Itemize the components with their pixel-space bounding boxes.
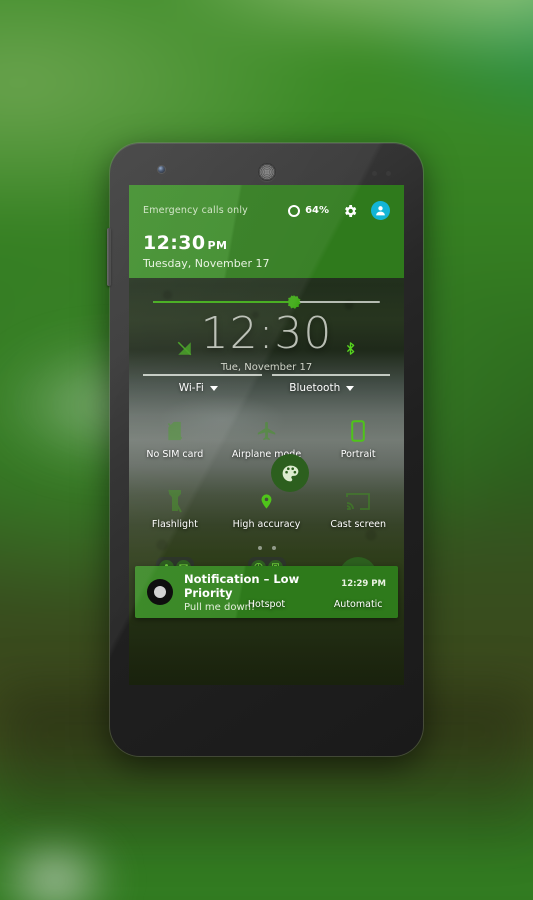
earpiece-speaker xyxy=(257,163,276,181)
wifi-toggle[interactable]: Wi-Fi xyxy=(179,382,218,394)
tile-row: Flashlight High accuracy Cast screen xyxy=(129,480,404,550)
page-dot-active[interactable] xyxy=(257,546,262,550)
battery-indicator[interactable]: 64% xyxy=(288,204,329,217)
quick-settings-shade: 12:30 Tue, November 17 Wi-Fi Bluetooth N… xyxy=(129,278,404,685)
proximity-sensors xyxy=(372,171,391,176)
toggle-dividers xyxy=(143,374,390,376)
front-camera xyxy=(158,166,165,173)
slider-fill xyxy=(153,301,294,303)
gear-icon[interactable] xyxy=(342,203,358,219)
airplane-icon xyxy=(221,416,313,446)
header-clock-ampm: PM xyxy=(207,239,228,252)
status-header-actions: 64% xyxy=(288,201,390,220)
tile-label: No SIM card xyxy=(146,449,204,460)
notification-time: 12:29 PM xyxy=(341,579,386,589)
slider-thumb[interactable] xyxy=(287,295,301,309)
widget-time: 12:30 xyxy=(200,308,333,359)
battery-ring-icon xyxy=(288,204,301,217)
screen-rotation-portrait-icon xyxy=(312,416,404,446)
header-date: Tuesday, November 17 xyxy=(143,257,270,270)
status-header-top-row: Emergency calls only 64% xyxy=(143,201,390,220)
background-highlight-bottom xyxy=(0,820,140,900)
user-avatar-icon[interactable] xyxy=(371,201,390,220)
tile-portrait[interactable]: Portrait xyxy=(312,410,404,480)
connection-toggles: Wi-Fi Bluetooth xyxy=(143,382,390,394)
notification-card[interactable]: Notification – Low Priority Pull me down… xyxy=(135,566,398,618)
divider-left xyxy=(143,374,262,376)
circle-dot-icon xyxy=(147,579,173,605)
bluetooth-icon xyxy=(343,340,358,357)
app-themes[interactable] xyxy=(271,454,309,492)
tile-label: High accuracy xyxy=(232,519,301,530)
cast-screen-icon xyxy=(312,486,404,516)
sim-card-off-icon xyxy=(129,416,221,446)
header-clock-time: 12:30 xyxy=(143,232,206,254)
clock-widget[interactable]: 12:30 Tue, November 17 xyxy=(129,312,404,373)
chevron-down-icon[interactable] xyxy=(346,385,355,391)
page-dot[interactable] xyxy=(271,546,276,550)
header-clock: 12:30 PM xyxy=(143,232,390,254)
notification-title: Notification – Low Priority xyxy=(184,571,300,600)
volume-button[interactable] xyxy=(107,228,111,286)
tile-label: Automatic xyxy=(333,599,383,610)
tile-cast-screen[interactable]: Cast screen xyxy=(312,480,404,550)
bluetooth-toggle[interactable]: Bluetooth xyxy=(289,382,355,394)
flashlight-off-icon xyxy=(129,486,221,516)
palette-icon[interactable] xyxy=(271,454,309,492)
chevron-down-icon[interactable] xyxy=(209,385,218,391)
tile-flashlight[interactable]: Flashlight xyxy=(129,480,221,550)
phone-device: Emergency calls only 64% 12:30 PM Tuesda… xyxy=(107,143,423,756)
tile-row: No SIM card Airplane mode Portrait xyxy=(129,410,404,480)
bluetooth-toggle-label: Bluetooth xyxy=(289,382,341,394)
tile-label: Portrait xyxy=(340,449,376,460)
brightness-slider[interactable] xyxy=(153,295,380,309)
widget-date: Tue, November 17 xyxy=(220,362,313,373)
tile-label: Flashlight xyxy=(151,519,198,530)
phone-screen[interactable]: Emergency calls only 64% 12:30 PM Tuesda… xyxy=(129,185,404,685)
battery-percent-label: 64% xyxy=(305,205,329,216)
wifi-toggle-label: Wi-Fi xyxy=(178,382,204,394)
carrier-label: Emergency calls only xyxy=(143,205,248,216)
page-indicator xyxy=(129,546,404,550)
tile-label: Cast screen xyxy=(330,519,387,530)
status-header-panel: Emergency calls only 64% 12:30 PM Tuesda… xyxy=(129,185,404,278)
tile-no-sim-card[interactable]: No SIM card xyxy=(129,410,221,480)
tile-label: Hotspot xyxy=(247,599,286,610)
signal-off-icon xyxy=(177,340,192,357)
divider-right xyxy=(271,374,390,376)
